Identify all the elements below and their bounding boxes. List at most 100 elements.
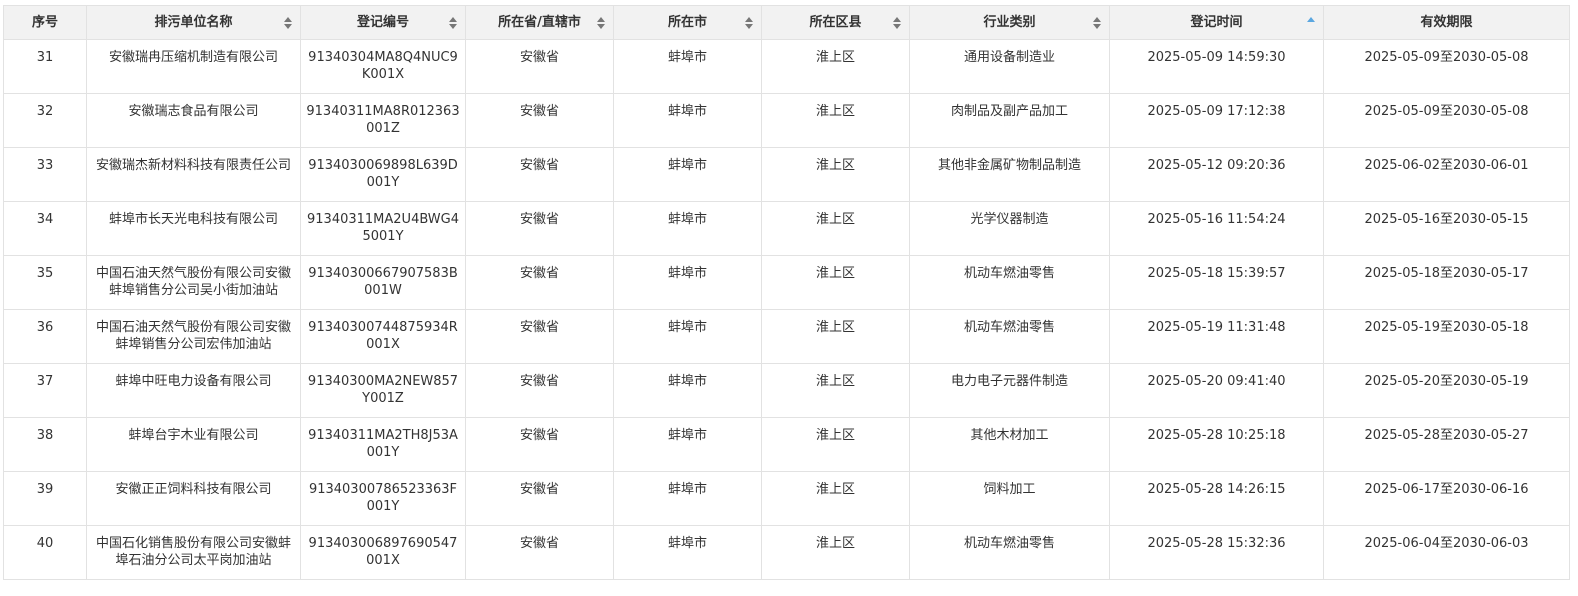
cell-company-name: 蚌埠台宇木业有限公司: [86, 417, 301, 472]
cell-city: 蚌埠市: [613, 309, 762, 364]
sort-icon[interactable]: [745, 16, 753, 29]
cell-registration-time: 2025-05-28 14:26:15: [1109, 471, 1324, 526]
cell-registration-number: 91340300786523363F001Y: [300, 471, 466, 526]
cell-registration-number: 91340311MA2U4BWG45001Y: [300, 201, 466, 256]
col-header-label: 所在省/直辖市: [498, 15, 581, 30]
col-header-label: 所在市: [667, 15, 707, 30]
cell-registration-number: 9134030069898L639D001Y: [300, 147, 466, 202]
col-header-label: 排污单位名称: [154, 15, 233, 30]
cell-registration-number: 91340311MA2TH8J53A001Y: [300, 417, 466, 472]
table-header-row: 序号 排污单位名称 登记编号 所在省/直辖市 所在市 所在区县 行业类别 登记时…: [3, 5, 1570, 40]
col-header-validity-period: 有效期限: [1323, 5, 1570, 40]
cell-registration-time: 2025-05-09 14:59:30: [1109, 39, 1324, 94]
cell-index: 37: [3, 363, 87, 418]
col-header-label: 有效期限: [1420, 15, 1473, 30]
col-header-district[interactable]: 所在区县: [761, 5, 910, 40]
table-row: 40 中国石化销售股份有限公司安徽蚌埠石油分公司太平岗加油站 91340300689…: [3, 525, 1570, 580]
cell-district: 淮上区: [761, 525, 910, 580]
cell-registration-time: 2025-05-20 09:41:40: [1109, 363, 1324, 418]
col-header-registration-number[interactable]: 登记编号: [300, 5, 466, 40]
cell-validity-period: 2025-06-04至2030-06-03: [1323, 525, 1570, 580]
cell-district: 淮上区: [761, 471, 910, 526]
cell-industry: 光学仪器制造: [909, 201, 1110, 256]
table-row: 31 安徽瑞冉压缩机制造有限公司 91340304MA8Q4NUC9K001X 安徽省…: [3, 39, 1570, 94]
col-header-label: 登记时间: [1190, 15, 1243, 30]
cell-district: 淮上区: [761, 363, 910, 418]
cell-industry: 机动车燃油零售: [909, 525, 1110, 580]
cell-registration-number: 913403006897690547001X: [300, 525, 466, 580]
cell-registration-number: 91340300667907583B001W: [300, 255, 466, 310]
cell-province: 安徽省: [465, 525, 614, 580]
cell-registration-number: 91340300MA2NEW857Y001Z: [300, 363, 466, 418]
cell-company-name: 中国石油天然气股份有限公司安徽蚌埠销售分公司吴小街加油站: [86, 255, 301, 310]
cell-industry: 电力电子元器件制造: [909, 363, 1110, 418]
cell-district: 淮上区: [761, 39, 910, 94]
col-header-label: 所在区县: [809, 15, 862, 30]
cell-validity-period: 2025-06-02至2030-06-01: [1323, 147, 1570, 202]
cell-index: 40: [3, 525, 87, 580]
cell-index: 36: [3, 309, 87, 364]
table-row: 38 蚌埠台宇木业有限公司 91340311MA2TH8J53A001Y 安徽省 蚌埠市…: [3, 417, 1570, 472]
cell-validity-period: 2025-05-18至2030-05-17: [1323, 255, 1570, 310]
cell-validity-period: 2025-06-17至2030-06-16: [1323, 471, 1570, 526]
cell-validity-period: 2025-05-19至2030-05-18: [1323, 309, 1570, 364]
sort-icon[interactable]: [1093, 16, 1101, 29]
cell-province: 安徽省: [465, 201, 614, 256]
cell-company-name: 蚌埠中旺电力设备有限公司: [86, 363, 301, 418]
cell-city: 蚌埠市: [613, 363, 762, 418]
table-row: 35 中国石油天然气股份有限公司安徽蚌埠销售分公司吴小街加油站 9134030066…: [3, 255, 1570, 310]
cell-city: 蚌埠市: [613, 39, 762, 94]
sort-icon[interactable]: [449, 16, 457, 29]
cell-city: 蚌埠市: [613, 255, 762, 310]
cell-city: 蚌埠市: [613, 525, 762, 580]
cell-index: 35: [3, 255, 87, 310]
sort-icon[interactable]: [597, 16, 605, 29]
cell-city: 蚌埠市: [613, 93, 762, 148]
cell-industry: 肉制品及副产品加工: [909, 93, 1110, 148]
cell-index: 38: [3, 417, 87, 472]
cell-validity-period: 2025-05-28至2030-05-27: [1323, 417, 1570, 472]
cell-index: 31: [3, 39, 87, 94]
cell-company-name: 安徽瑞志食品有限公司: [86, 93, 301, 148]
cell-company-name: 中国石油天然气股份有限公司安徽蚌埠销售分公司宏伟加油站: [86, 309, 301, 364]
cell-company-name: 安徽瑞杰新材料科技有限责任公司: [86, 147, 301, 202]
col-header-label: 行业类别: [983, 15, 1036, 30]
cell-district: 淮上区: [761, 147, 910, 202]
cell-validity-period: 2025-05-20至2030-05-19: [1323, 363, 1570, 418]
cell-province: 安徽省: [465, 39, 614, 94]
sort-icon[interactable]: [893, 16, 901, 29]
cell-province: 安徽省: [465, 471, 614, 526]
cell-registration-number: 91340304MA8Q4NUC9K001X: [300, 39, 466, 94]
cell-province: 安徽省: [465, 93, 614, 148]
cell-city: 蚌埠市: [613, 417, 762, 472]
cell-province: 安徽省: [465, 309, 614, 364]
sort-ascending-icon[interactable]: [1307, 16, 1315, 29]
table-row: 34 蚌埠市长天光电科技有限公司 91340311MA2U4BWG45001Y 安徽省…: [3, 201, 1570, 256]
cell-validity-period: 2025-05-09至2030-05-08: [1323, 93, 1570, 148]
cell-industry: 其他木材加工: [909, 417, 1110, 472]
sort-icon[interactable]: [284, 16, 292, 29]
cell-validity-period: 2025-05-16至2030-05-15: [1323, 201, 1570, 256]
col-header-registration-time[interactable]: 登记时间: [1109, 5, 1324, 40]
cell-company-name: 蚌埠市长天光电科技有限公司: [86, 201, 301, 256]
cell-province: 安徽省: [465, 363, 614, 418]
cell-province: 安徽省: [465, 417, 614, 472]
col-header-index: 序号: [3, 5, 87, 40]
pollution-registry-table: 序号 排污单位名称 登记编号 所在省/直辖市 所在市 所在区县 行业类别 登记时…: [3, 5, 1570, 580]
cell-industry: 其他非金属矿物制品制造: [909, 147, 1110, 202]
cell-company-name: 安徽瑞冉压缩机制造有限公司: [86, 39, 301, 94]
cell-company-name: 安徽正正饲料科技有限公司: [86, 471, 301, 526]
col-header-industry[interactable]: 行业类别: [909, 5, 1110, 40]
cell-city: 蚌埠市: [613, 147, 762, 202]
cell-registration-number: 91340300744875934R001X: [300, 309, 466, 364]
cell-registration-time: 2025-05-09 17:12:38: [1109, 93, 1324, 148]
col-header-company-name[interactable]: 排污单位名称: [86, 5, 301, 40]
col-header-province[interactable]: 所在省/直辖市: [465, 5, 614, 40]
table-body: 31 安徽瑞冉压缩机制造有限公司 91340304MA8Q4NUC9K001X 安徽省…: [3, 39, 1570, 580]
cell-district: 淮上区: [761, 93, 910, 148]
cell-city: 蚌埠市: [613, 471, 762, 526]
cell-industry: 机动车燃油零售: [909, 255, 1110, 310]
table-row: 33 安徽瑞杰新材料科技有限责任公司 9134030069898L639D001Y 安…: [3, 147, 1570, 202]
col-header-city[interactable]: 所在市: [613, 5, 762, 40]
table-row: 37 蚌埠中旺电力设备有限公司 91340300MA2NEW857Y001Z 安徽省蚌…: [3, 363, 1570, 418]
